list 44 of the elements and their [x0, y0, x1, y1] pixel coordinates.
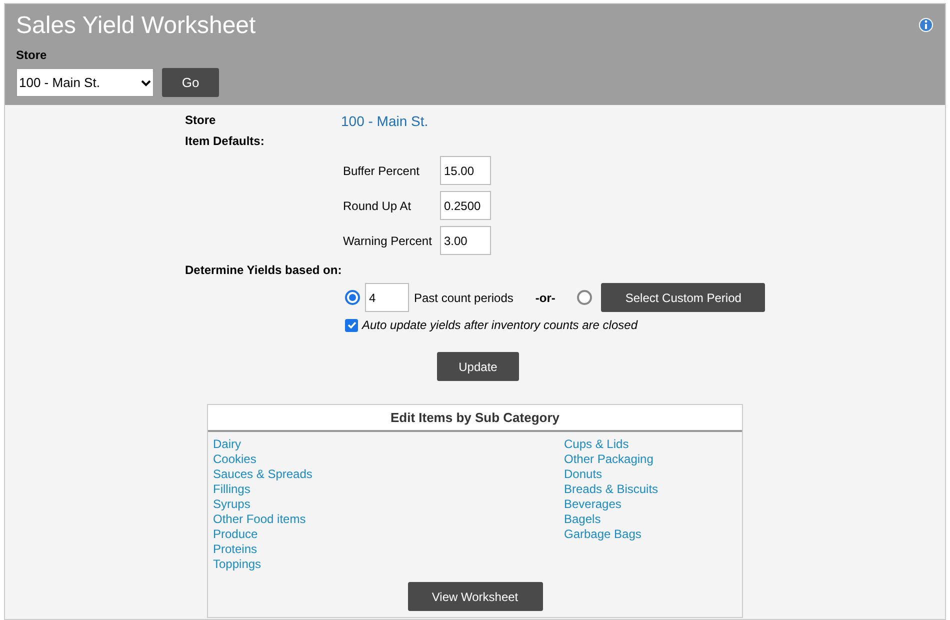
yields-label: Determine Yields based on: — [185, 262, 343, 279]
info-icon[interactable] — [919, 18, 933, 32]
periods-field[interactable]: 4 — [365, 283, 409, 312]
subcategory-link[interactable]: Toppings — [213, 557, 262, 572]
store-select-value: 100 - Main St. — [19, 74, 100, 92]
subcategory-link[interactable]: Proteins — [213, 542, 258, 557]
radio-button[interactable] — [345, 290, 360, 305]
page-title: Sales Yield Worksheet — [16, 12, 256, 40]
item-defaults-label: Item Defaults: — [185, 133, 266, 150]
store-value: 100 - Main St. — [341, 112, 428, 131]
subcategory-link[interactable]: Dairy — [213, 437, 242, 452]
panel-title: Edit Items by Sub Category — [208, 405, 742, 432]
subcategory-link[interactable]: Bagels — [564, 512, 601, 527]
go-button[interactable]: Go — [162, 68, 219, 97]
checkbox[interactable] — [345, 318, 358, 332]
subcategory-link[interactable]: Cookies — [213, 452, 256, 467]
field-label: Warning Percent — [343, 232, 433, 250]
caret-icon — [141, 78, 151, 86]
view-worksheet-button[interactable]: View Worksheet — [408, 582, 542, 611]
subcategory-link[interactable]: Garbage Bags — [564, 527, 642, 542]
subcategory-link[interactable]: Sauces & Spreads — [213, 467, 312, 482]
store-select[interactable]: 100 - Main St. — [16, 68, 154, 97]
subcategory-link[interactable]: Produce — [213, 527, 258, 542]
or-separator: -or- — [535, 290, 556, 306]
subcategory-link[interactable]: Cups & Lids — [564, 437, 629, 452]
store-label: Store — [185, 112, 217, 129]
input-field[interactable]: 15.00 — [440, 156, 491, 185]
subcategory-link[interactable]: Syrups — [213, 497, 250, 512]
subcategory-link[interactable]: Donuts — [564, 467, 602, 482]
subcategory-link[interactable]: Beverages — [564, 497, 622, 512]
periods-label: Past count periods — [414, 290, 514, 306]
update-button[interactable]: Update — [437, 352, 519, 381]
subcategory-link[interactable]: Other Food items — [213, 512, 306, 527]
subcategory-link[interactable]: Breads & Biscuits — [564, 482, 658, 497]
subcategory-link[interactable]: Other Packaging — [564, 452, 654, 467]
subcategory-link[interactable]: Fillings — [213, 482, 250, 497]
select-custom-period-button[interactable]: Select Custom Period — [601, 283, 766, 312]
field-label: Buffer Percent — [343, 162, 420, 180]
radio-button[interactable] — [577, 290, 592, 305]
input-field[interactable]: 3.00 — [440, 226, 491, 255]
store-label: Store — [16, 47, 48, 64]
checkbox-label: Auto update yields after inventory counts are closed — [362, 317, 638, 334]
field-label: Round Up At — [343, 198, 412, 214]
input-field[interactable]: 0.2500 — [440, 191, 491, 220]
